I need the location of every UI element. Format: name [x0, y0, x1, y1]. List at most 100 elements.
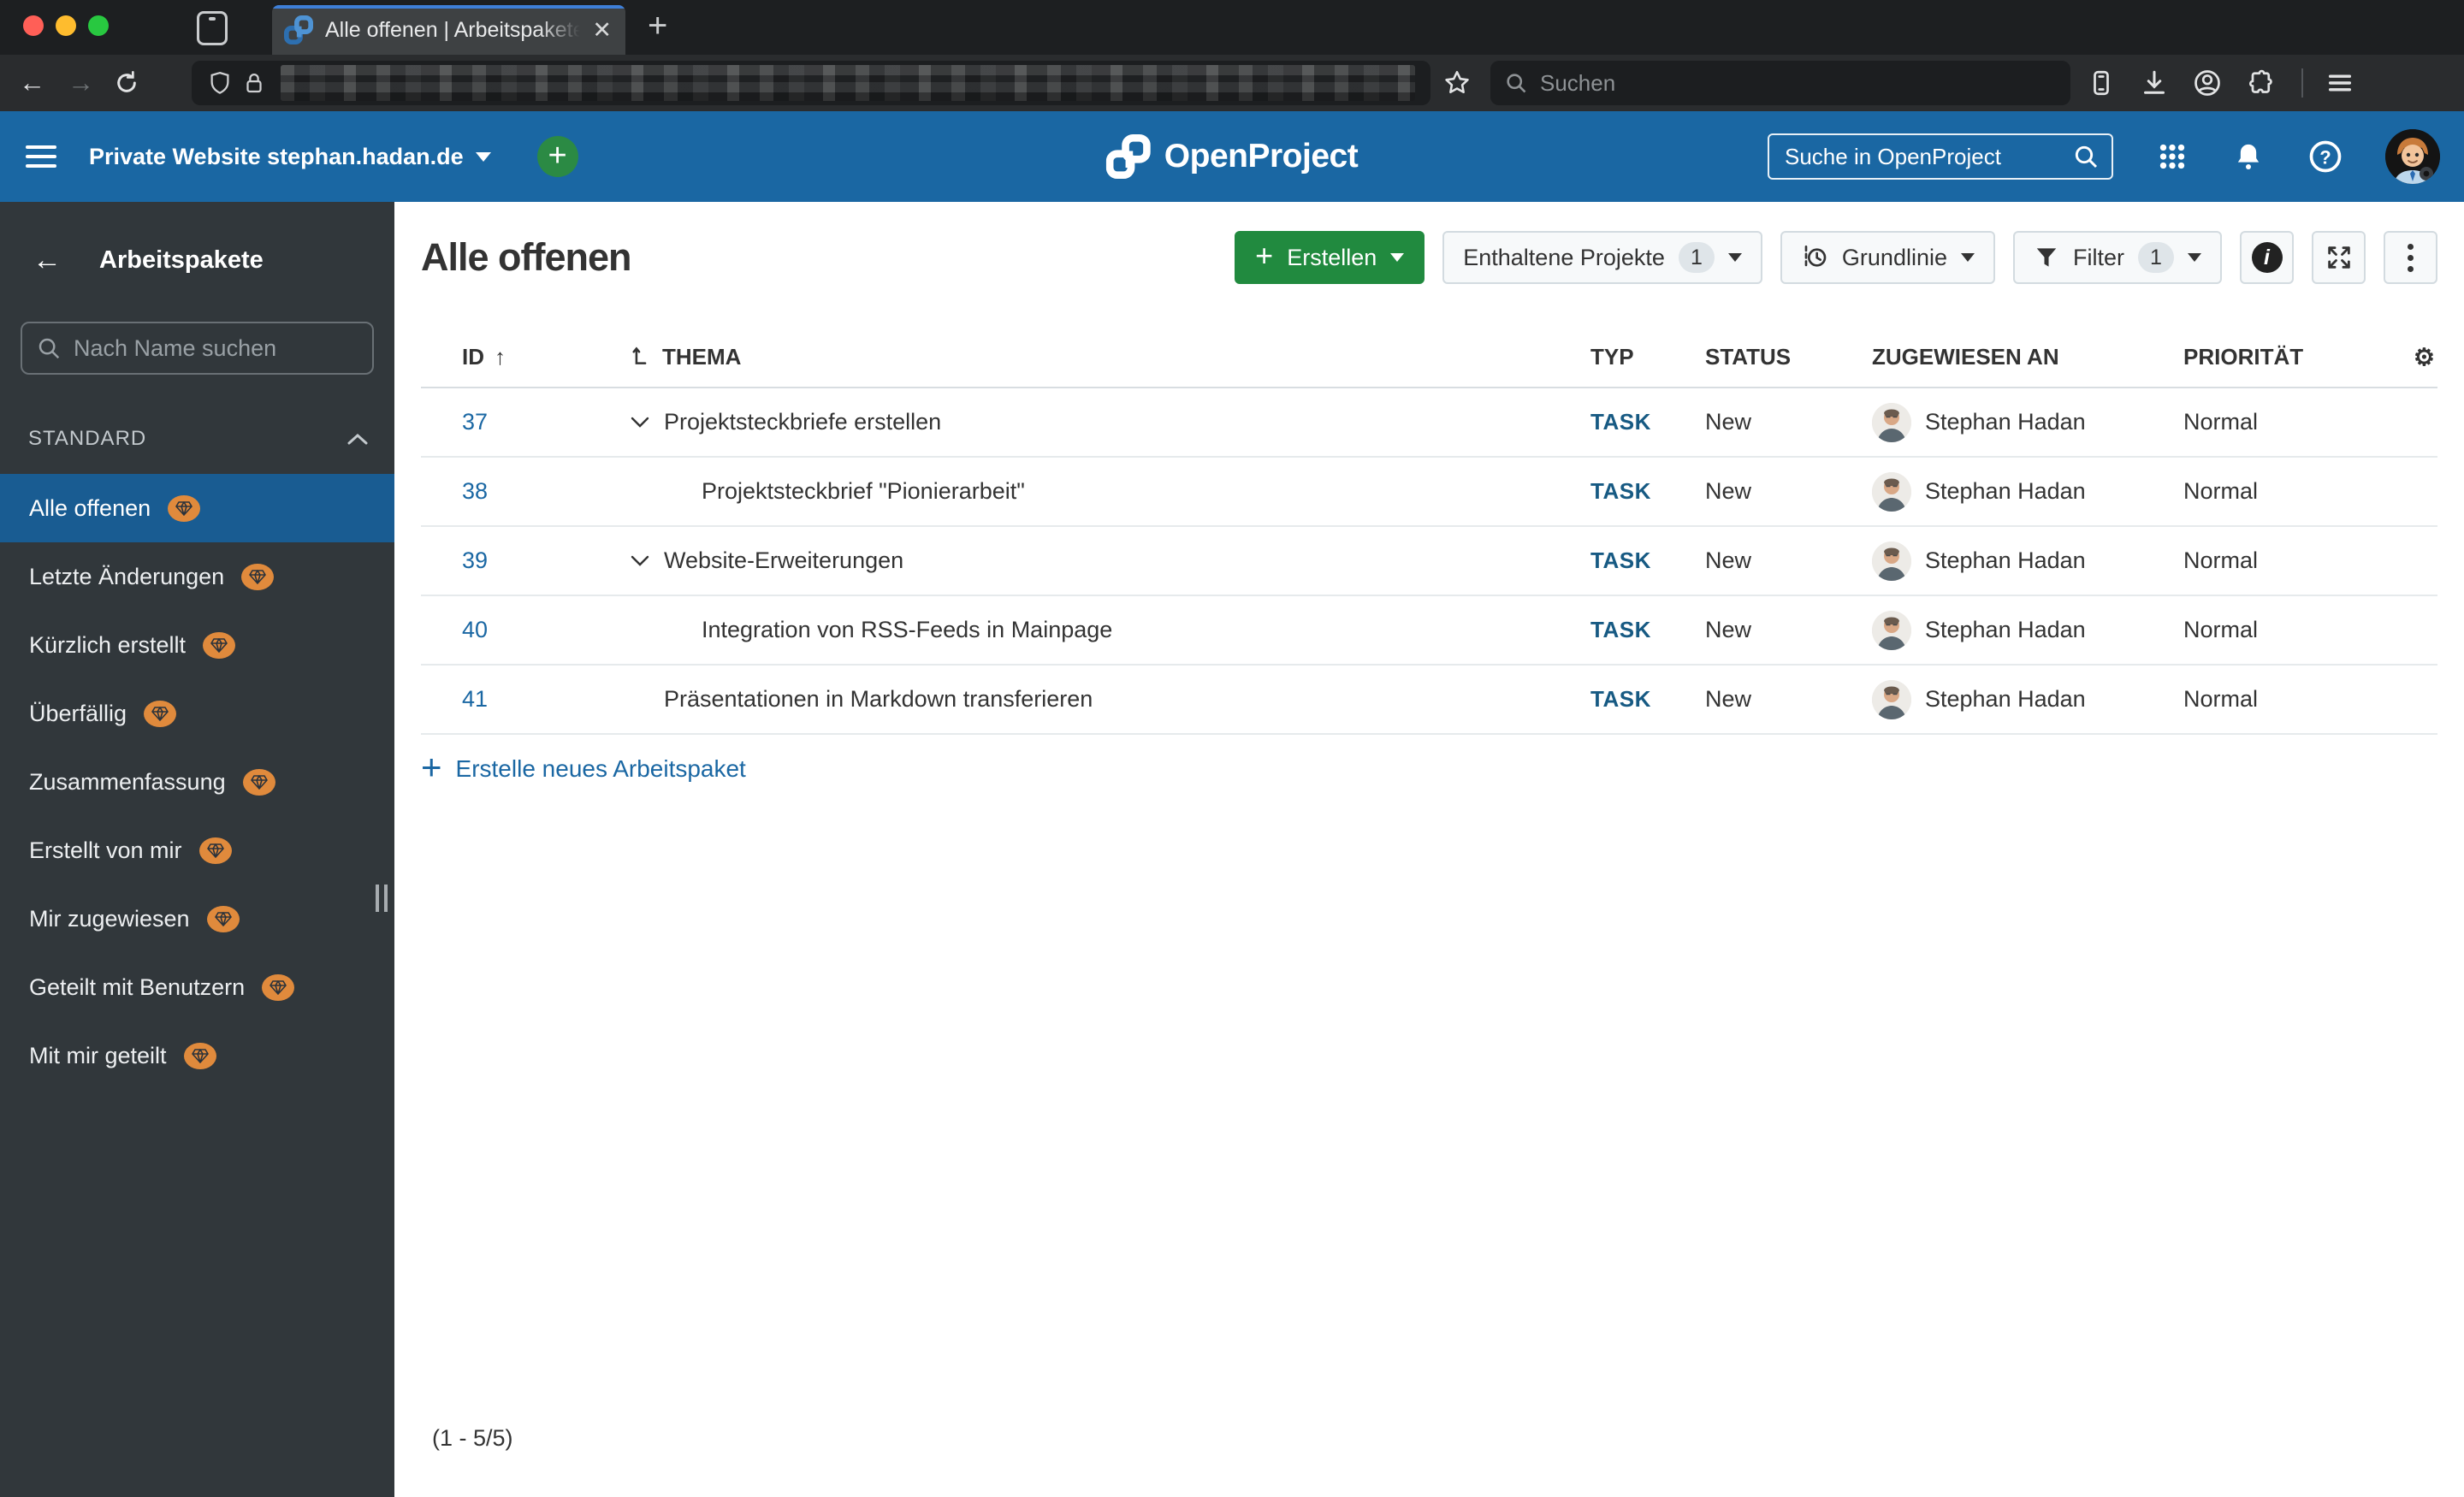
sidebar-item-mit-mir-geteilt[interactable]: Mit mir geteilt — [0, 1021, 394, 1090]
create-button[interactable]: + Erstellen — [1235, 231, 1425, 284]
sort-ascending-icon[interactable]: ↑ — [495, 344, 506, 370]
sidebar-item-alle-offenen[interactable]: Alle offenen — [0, 474, 394, 542]
sidebar-item-überfällig[interactable]: Überfällig — [0, 679, 394, 748]
work-package-priority[interactable]: Normal — [2183, 617, 2258, 642]
work-package-id-link[interactable]: 39 — [462, 547, 488, 574]
openproject-logo[interactable]: OpenProject — [1105, 134, 1359, 179]
tab-close-icon[interactable]: ✕ — [592, 17, 612, 44]
work-package-priority[interactable]: Normal — [2183, 409, 2258, 435]
work-package-type[interactable]: TASK — [1590, 686, 1651, 712]
work-package-subject[interactable]: Website-Erweiterungen — [664, 547, 903, 574]
address-bar[interactable] — [192, 61, 1430, 105]
baseline-button[interactable]: Grundlinie — [1780, 231, 1995, 284]
work-package-status[interactable]: New — [1705, 617, 1751, 642]
more-options-button[interactable] — [2384, 231, 2437, 284]
tab-overview-icon[interactable] — [197, 11, 228, 45]
sidebar-back-icon[interactable]: ← — [33, 244, 62, 277]
sidebar-item-geteilt-mit-benutzern[interactable]: Geteilt mit Benutzern — [0, 953, 394, 1021]
sidebar-item-zusammenfassung[interactable]: Zusammenfassung — [0, 748, 394, 816]
tracking-shield-icon[interactable] — [207, 70, 233, 96]
close-window-button[interactable] — [23, 15, 44, 36]
account-icon[interactable] — [2192, 68, 2223, 98]
project-selector[interactable]: Private Website stephan.hadan.de — [89, 144, 491, 170]
main-menu-toggle-icon[interactable] — [26, 139, 56, 174]
modules-grid-icon[interactable] — [2154, 139, 2190, 175]
work-package-type[interactable]: TASK — [1590, 409, 1651, 435]
collapse-chevron-icon[interactable] — [630, 416, 650, 429]
table-row[interactable]: 37 Projektsteckbriefe erstellen TASK New — [421, 388, 2437, 458]
back-icon[interactable]: ← — [19, 68, 45, 98]
work-package-type[interactable]: TASK — [1590, 478, 1651, 504]
global-search-field[interactable]: Suche in OpenProject — [1768, 133, 2113, 180]
zoom-window-button[interactable] — [88, 15, 109, 36]
table-row[interactable]: 39 Website-Erweiterungen TASK New Stepha… — [421, 527, 2437, 596]
notifications-bell-icon[interactable] — [2231, 139, 2266, 174]
work-package-id-link[interactable]: 41 — [462, 686, 488, 713]
sidebar-item-kürzlich-erstellt[interactable]: Kürzlich erstellt — [0, 611, 394, 679]
work-package-priority[interactable]: Normal — [2183, 686, 2258, 712]
table-row[interactable]: 41 Präsentationen in Markdown transferie… — [421, 666, 2437, 735]
hierarchy-icon[interactable] — [630, 345, 652, 369]
sidebar-search-input[interactable]: Nach Name suchen — [21, 322, 374, 375]
fullscreen-button[interactable] — [2312, 231, 2366, 284]
assignee-name[interactable]: Stephan Hadan — [1925, 478, 2086, 505]
user-avatar[interactable] — [2385, 129, 2440, 184]
bookmark-star-icon[interactable] — [1442, 68, 1472, 98]
browser-search-field[interactable]: Suchen — [1490, 61, 2070, 105]
table-settings-gear-icon[interactable]: ⚙ — [2414, 344, 2435, 370]
work-package-status[interactable]: New — [1705, 409, 1751, 435]
work-package-subject[interactable]: Projektsteckbrief "Pionierarbeit" — [702, 478, 1025, 505]
work-package-subject[interactable]: Präsentationen in Markdown transferieren — [664, 686, 1093, 713]
create-work-package-link[interactable]: + Erstelle neues Arbeitspaket — [421, 745, 746, 793]
column-id[interactable]: ID — [462, 344, 484, 370]
assignee-avatar — [1872, 679, 1911, 719]
work-package-type[interactable]: TASK — [1590, 547, 1651, 573]
info-button[interactable]: i — [2240, 231, 2294, 284]
sidebar-item-letzte-änderungen[interactable]: Letzte Änderungen — [0, 542, 394, 611]
sidebars-icon[interactable] — [2086, 68, 2117, 98]
sidebar-resize-handle[interactable] — [376, 885, 388, 912]
active-browser-tab[interactable]: Alle offenen | Arbeitspakete | Pr ✕ — [272, 5, 625, 55]
assignee-name[interactable]: Stephan Hadan — [1925, 617, 2086, 643]
column-priority[interactable]: PRIORITÄT — [2183, 344, 2303, 370]
table-row[interactable]: 40 Integration von RSS-Feeds in Mainpage… — [421, 596, 2437, 666]
lock-icon[interactable] — [241, 70, 267, 96]
new-tab-button[interactable]: + — [648, 3, 667, 48]
quick-add-button[interactable]: + — [536, 136, 578, 177]
forward-icon[interactable]: → — [68, 68, 94, 98]
minimize-window-button[interactable] — [56, 15, 76, 36]
extensions-icon[interactable] — [2245, 68, 2276, 98]
work-package-status[interactable]: New — [1705, 686, 1751, 712]
work-package-subject[interactable]: Integration von RSS-Feeds in Mainpage — [702, 617, 1112, 643]
assignee-name[interactable]: Stephan Hadan — [1925, 409, 2086, 435]
work-package-priority[interactable]: Normal — [2183, 478, 2258, 504]
column-subject[interactable]: THEMA — [662, 344, 741, 370]
reload-icon[interactable] — [110, 69, 144, 97]
column-assignee[interactable]: ZUGEWIESEN AN — [1872, 344, 2059, 370]
work-package-status[interactable]: New — [1705, 478, 1751, 504]
work-package-status[interactable]: New — [1705, 547, 1751, 573]
work-package-subject[interactable]: Projektsteckbriefe erstellen — [664, 409, 941, 435]
downloads-icon[interactable] — [2139, 68, 2170, 98]
sidebar-item-mir-zugewiesen[interactable]: Mir zugewiesen — [0, 885, 394, 953]
sidebar-item-erstellt-von-mir[interactable]: Erstellt von mir — [0, 816, 394, 885]
menu-icon[interactable] — [2325, 68, 2354, 98]
included-projects-button[interactable]: Enthaltene Projekte 1 — [1442, 231, 1762, 284]
work-package-id-link[interactable]: 40 — [462, 617, 488, 643]
help-icon[interactable]: ? — [2307, 138, 2344, 175]
assignee-name[interactable]: Stephan Hadan — [1925, 547, 2086, 574]
work-package-id-link[interactable]: 38 — [462, 478, 488, 505]
column-type[interactable]: TYP — [1590, 344, 1634, 370]
column-status[interactable]: STATUS — [1705, 344, 1791, 370]
svg-text:?: ? — [2319, 146, 2331, 168]
chevron-up-icon[interactable] — [346, 432, 369, 446]
assignee-name[interactable]: Stephan Hadan — [1925, 686, 2086, 713]
collapse-chevron-icon[interactable] — [630, 554, 650, 567]
openproject-header: Private Website stephan.hadan.de + OpenP… — [0, 111, 2464, 202]
filter-button[interactable]: Filter 1 — [2013, 231, 2222, 284]
table-row[interactable]: 38 Projektsteckbrief "Pionierarbeit" TAS… — [421, 458, 2437, 527]
work-package-priority[interactable]: Normal — [2183, 547, 2258, 573]
search-icon — [1507, 74, 1526, 93]
work-package-type[interactable]: TASK — [1590, 617, 1651, 642]
work-package-id-link[interactable]: 37 — [462, 409, 488, 435]
